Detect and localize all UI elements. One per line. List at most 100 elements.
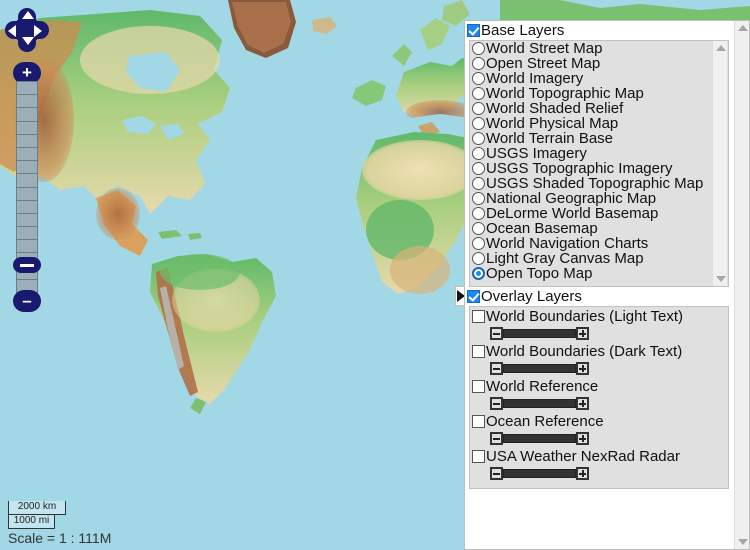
scroll-up-icon[interactable] xyxy=(713,41,728,55)
opacity-increase-button[interactable] xyxy=(576,432,589,445)
layer-switcher-panel: Base Layers World Street Map Open Street … xyxy=(464,20,750,550)
zoom-tick xyxy=(17,82,37,96)
base-layer-row[interactable]: World Physical Map xyxy=(470,115,728,132)
base-layer-label: Open Topo Map xyxy=(486,265,593,282)
base-layer-radio[interactable] xyxy=(472,117,485,130)
base-layer-row[interactable]: DeLorme World Basemap xyxy=(470,205,728,222)
opacity-decrease-button[interactable] xyxy=(490,327,503,340)
base-layer-row[interactable]: World Terrain Base xyxy=(470,130,728,147)
arrow-right-icon xyxy=(34,25,42,37)
overlay-layer-checkbox[interactable] xyxy=(472,379,485,393)
opacity-increase-button[interactable] xyxy=(576,467,589,480)
base-layer-row[interactable]: World Topographic Map xyxy=(470,85,728,102)
base-layer-radio[interactable] xyxy=(472,132,485,145)
base-layer-radio[interactable] xyxy=(472,207,485,220)
opacity-slider[interactable] xyxy=(470,360,728,377)
opacity-decrease-button[interactable] xyxy=(490,467,503,480)
opacity-track[interactable] xyxy=(503,434,576,443)
pan-control[interactable] xyxy=(5,8,49,52)
base-layer-row[interactable]: World Shaded Relief xyxy=(470,100,728,117)
overlay-layers-checkbox[interactable] xyxy=(467,290,480,303)
base-layer-row[interactable]: USGS Topographic Imagery xyxy=(470,160,728,177)
overlay-layer-row[interactable]: Ocean Reference xyxy=(470,412,728,430)
scroll-down-icon[interactable] xyxy=(713,272,728,286)
opacity-slider[interactable] xyxy=(470,465,728,482)
overlay-layer-checkbox[interactable] xyxy=(472,414,485,428)
base-layer-radio[interactable] xyxy=(472,162,485,175)
opacity-slider[interactable] xyxy=(470,395,728,412)
zoom-tick xyxy=(17,174,37,188)
base-layer-row[interactable]: World Street Map xyxy=(470,41,728,57)
base-layer-row[interactable]: World Imagery xyxy=(470,70,728,87)
base-layer-radio[interactable] xyxy=(472,147,485,160)
overlay-layer-checkbox[interactable] xyxy=(472,449,485,463)
base-layers-label: Base Layers xyxy=(481,22,565,39)
zoom-tick xyxy=(17,201,37,214)
base-layer-radio[interactable] xyxy=(472,252,485,265)
base-layer-radio[interactable] xyxy=(472,87,485,100)
overlay-layer-row[interactable]: World Boundaries (Dark Text) xyxy=(470,342,728,360)
overlay-layers-list[interactable]: World Boundaries (Light Text) World Bound… xyxy=(469,306,729,489)
arrow-down-icon xyxy=(22,37,34,45)
overlay-layer-label: World Boundaries (Dark Text) xyxy=(486,342,683,360)
panel-scrollbar[interactable] xyxy=(734,21,749,549)
overlay-layer-row[interactable]: World Boundaries (Light Text) xyxy=(470,307,728,325)
scroll-up-icon[interactable] xyxy=(735,21,749,35)
opacity-increase-button[interactable] xyxy=(576,362,589,375)
overlay-layer-label: World Boundaries (Light Text) xyxy=(486,307,684,325)
overlay-layers-label: Overlay Layers xyxy=(481,288,582,305)
zoom-out-button[interactable]: – xyxy=(13,290,41,312)
scale-mi-label: 1000 mi xyxy=(8,515,55,529)
zoom-tick xyxy=(17,95,37,109)
arrow-up-icon xyxy=(22,11,34,19)
zoom-tick xyxy=(17,227,37,241)
base-layer-radio[interactable] xyxy=(472,42,485,55)
overlay-layers-header[interactable]: Overlay Layers xyxy=(465,287,749,306)
base-layer-radio[interactable] xyxy=(472,72,485,85)
overlay-layer-row[interactable]: USA Weather NexRad Radar xyxy=(470,447,728,465)
base-layer-row[interactable]: Ocean Basemap xyxy=(470,220,728,237)
base-layer-row[interactable]: World Navigation Charts xyxy=(470,235,728,252)
opacity-decrease-button[interactable] xyxy=(490,432,503,445)
base-layer-radio[interactable] xyxy=(472,177,485,190)
opacity-slider[interactable] xyxy=(470,325,728,342)
base-layer-radio[interactable] xyxy=(472,102,485,115)
scroll-down-icon[interactable] xyxy=(735,535,749,549)
base-layer-row[interactable]: National Geographic Map xyxy=(470,190,728,207)
opacity-track[interactable] xyxy=(503,399,576,408)
base-layer-radio[interactable] xyxy=(472,57,485,70)
base-layer-radio[interactable] xyxy=(472,192,485,205)
base-layers-checkbox[interactable] xyxy=(467,24,480,37)
base-layer-row[interactable]: Light Gray Canvas Map xyxy=(470,250,728,267)
overlay-layer-row[interactable]: World Reference xyxy=(470,377,728,395)
opacity-slider[interactable] xyxy=(470,430,728,447)
base-layer-row[interactable]: USGS Imagery xyxy=(470,145,728,162)
scale-km-label: 2000 km xyxy=(8,501,66,515)
base-layer-row[interactable]: Open Street Map xyxy=(470,55,728,72)
opacity-decrease-button[interactable] xyxy=(490,362,503,375)
overlay-layer-label: Ocean Reference xyxy=(486,412,604,430)
overlay-layer-label: USA Weather NexRad Radar xyxy=(486,447,680,465)
base-list-scrollbar[interactable] xyxy=(712,41,727,286)
overlay-layer-checkbox[interactable] xyxy=(472,344,485,358)
opacity-track[interactable] xyxy=(503,364,576,373)
zoom-tick xyxy=(17,188,37,201)
base-layers-header[interactable]: Base Layers xyxy=(465,21,749,40)
overlay-layer-checkbox[interactable] xyxy=(472,309,485,323)
base-layer-radio[interactable] xyxy=(472,222,485,235)
zoom-control[interactable]: + – xyxy=(13,62,41,312)
base-layer-row[interactable]: Open Topo Map xyxy=(470,265,728,282)
arrow-left-icon xyxy=(8,25,16,37)
base-layers-list[interactable]: World Street Map Open Street Map World Ima… xyxy=(469,40,729,287)
base-layer-radio[interactable] xyxy=(472,237,485,250)
scale-bar: 2000 km 1000 mi Scale = 1 : 111M xyxy=(8,501,111,546)
opacity-track[interactable] xyxy=(503,469,576,478)
zoom-slider-handle[interactable] xyxy=(13,257,41,273)
opacity-decrease-button[interactable] xyxy=(490,397,503,410)
opacity-track[interactable] xyxy=(503,329,576,338)
opacity-increase-button[interactable] xyxy=(576,327,589,340)
base-layer-radio[interactable] xyxy=(472,267,485,280)
opacity-increase-button[interactable] xyxy=(576,397,589,410)
base-layer-row[interactable]: USGS Shaded Topographic Map xyxy=(470,175,728,192)
zoom-tick xyxy=(17,122,37,135)
